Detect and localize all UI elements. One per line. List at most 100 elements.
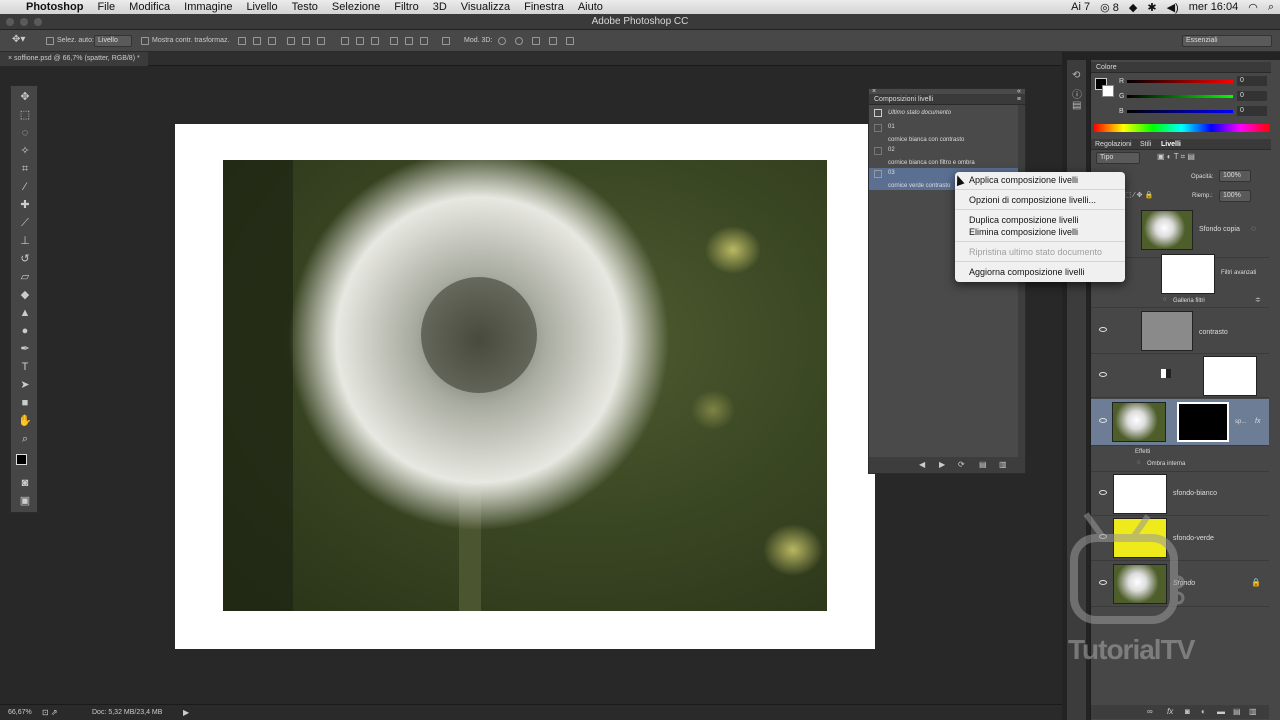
visibility-eye-icon[interactable] <box>1099 327 1107 332</box>
b-value[interactable]: 0 <box>1237 106 1267 116</box>
zoom-window-button[interactable] <box>34 18 42 26</box>
filter-eye-icon[interactable]: ◌ <box>1163 297 1167 303</box>
close-window-button[interactable] <box>6 18 14 26</box>
eyedropper-tool[interactable]: ⁄ <box>18 180 32 194</box>
menu-comp-options[interactable]: Opzioni di composizione livelli... <box>969 195 1096 205</box>
delete-comp-icon[interactable]: ▥ <box>999 460 1007 469</box>
screen-mode-tool[interactable]: ▣ <box>18 494 32 508</box>
crop-tool[interactable]: ⌗ <box>18 162 32 176</box>
r-slider[interactable] <box>1127 80 1233 83</box>
new-layer-icon[interactable]: ▤ <box>1233 707 1241 716</box>
pen-tool[interactable]: ✒ <box>18 342 32 356</box>
move-tool-icon[interactable]: ✥▾ <box>12 34 25 45</box>
slide-3d-icon[interactable] <box>549 37 557 45</box>
prev-comp-icon[interactable]: ◀ <box>919 460 925 469</box>
comp-visibility-box[interactable] <box>874 170 882 178</box>
fill-field[interactable]: 100% <box>1219 190 1251 202</box>
layer-name[interactable]: sfondo-bianco <box>1173 490 1217 497</box>
last-state-row[interactable]: Ultimo stato documento <box>869 107 1019 119</box>
menu-finestra[interactable]: Finestra <box>517 0 571 14</box>
layer-mask-thumbnail[interactable] <box>1177 402 1229 442</box>
menu-visualizza[interactable]: Visualizza <box>454 0 517 14</box>
layer-name[interactable]: Sfondo copia <box>1199 226 1240 233</box>
align-vcenter-icon[interactable] <box>253 37 261 45</box>
filter-options-icon[interactable]: ≑ <box>1255 296 1261 304</box>
color-panel-title[interactable]: Colore <box>1096 64 1117 71</box>
menu-livello[interactable]: Livello <box>239 0 284 14</box>
minimize-window-button[interactable] <box>20 18 28 26</box>
menu-app[interactable]: Photoshop <box>19 0 90 14</box>
stamp-tool[interactable]: ⊥ <box>18 234 32 248</box>
history-panel-icon[interactable]: ⟲ <box>1072 70 1080 81</box>
delete-layer-icon[interactable]: ▥ <box>1249 707 1257 716</box>
r-value[interactable]: 0 <box>1237 76 1267 86</box>
add-mask-icon[interactable]: ◙ <box>1185 707 1190 716</box>
menu-filtro[interactable]: Filtro <box>387 0 425 14</box>
comps-panel-title[interactable]: Composizioni livelli <box>874 96 933 103</box>
dandelion-photo[interactable] <box>223 160 827 611</box>
layer-name[interactable]: contrasto <box>1199 329 1228 336</box>
clock[interactable]: mer 16:04 <box>1189 1 1239 13</box>
new-adjustment-icon[interactable]: ◐ <box>1201 707 1206 716</box>
marquee-tool[interactable]: ⬚ <box>18 108 32 122</box>
menu-testo[interactable]: Testo <box>285 0 325 14</box>
new-comp-icon[interactable]: ▤ <box>979 460 987 469</box>
effect-eye-icon[interactable]: ◌ <box>1137 460 1141 466</box>
menu-file[interactable]: File <box>90 0 122 14</box>
history-brush-tool[interactable]: ↺ <box>18 252 32 266</box>
comp-name[interactable]: 01 <box>888 124 895 130</box>
status-menu-arrow-icon[interactable]: ▶ <box>183 708 189 717</box>
type-tool[interactable]: T <box>18 360 32 374</box>
layer-name[interactable]: sp... <box>1235 419 1246 425</box>
dropbox-icon[interactable]: ◆ <box>1129 1 1137 14</box>
show-transform-checkbox[interactable] <box>141 37 149 45</box>
magic-wand-tool[interactable]: ✧ <box>18 144 32 158</box>
layer-row-contrasto[interactable]: contrasto <box>1091 309 1269 354</box>
menu-delete-comp[interactable]: Elimina composizione livelli <box>969 227 1078 237</box>
healing-tool[interactable]: ✚ <box>18 198 32 212</box>
align-top-icon[interactable] <box>238 37 246 45</box>
sync-icon[interactable]: ◎ 8 <box>1100 1 1119 14</box>
align-hcenter-icon[interactable] <box>302 37 310 45</box>
hand-tool[interactable]: ✋ <box>18 414 32 428</box>
document-tab[interactable]: × soffione.psd @ 66,7% (spatter, RGB/8) … <box>0 52 148 66</box>
g-value[interactable]: 0 <box>1237 91 1267 101</box>
comp-visibility-box[interactable] <box>874 124 882 132</box>
scale-3d-icon[interactable] <box>566 37 574 45</box>
lock-icons[interactable]: ⬚ ⁄ ✥ 🔒 <box>1125 191 1153 199</box>
color-bg-swatch[interactable] <box>1102 85 1114 97</box>
move-tool[interactable]: ✥ <box>18 90 32 104</box>
g-slider[interactable] <box>1127 95 1233 98</box>
tab-regolazioni[interactable]: Regolazioni <box>1095 139 1132 150</box>
ai-icon[interactable]: Ai 7 <box>1071 1 1090 13</box>
auto-select-checkbox[interactable] <box>46 37 54 45</box>
filter-name[interactable]: Filtri avanzati <box>1221 270 1256 276</box>
comp-02[interactable]: 02 cornice bianca con filtro e ombra <box>869 145 1019 167</box>
wifi-icon[interactable]: ◠ <box>1248 1 1258 14</box>
eraser-tool[interactable]: ▱ <box>18 270 32 284</box>
visibility-eye-icon[interactable] <box>1099 418 1107 423</box>
blur-tool[interactable]: ▲ <box>18 306 32 320</box>
menu-selezione[interactable]: Selezione <box>325 0 387 14</box>
filter-effect-name[interactable]: Galleria filtri <box>1173 298 1205 304</box>
layer-row-spatter[interactable]: sp... fx <box>1091 399 1269 446</box>
comps-panel-icon[interactable]: ▤ <box>1072 100 1081 111</box>
distribute-left-icon[interactable] <box>390 37 398 45</box>
menu-duplicate-comp[interactable]: Duplica composizione livelli <box>969 215 1079 225</box>
zoom-tool[interactable]: ⌕ <box>18 432 32 446</box>
visibility-eye-icon[interactable] <box>1099 372 1107 377</box>
doc-size[interactable]: Doc: 5,32 MB/23,4 MB <box>92 709 162 716</box>
tab-stili[interactable]: Stili <box>1140 139 1151 150</box>
menu-update-comp[interactable]: Aggiorna composizione livelli <box>969 267 1085 277</box>
opacity-field[interactable]: 100% <box>1219 170 1251 182</box>
align-right-icon[interactable] <box>317 37 325 45</box>
foreground-color-swatch[interactable] <box>16 454 27 465</box>
color-spectrum-bar[interactable] <box>1094 124 1270 132</box>
layer-row-ombra-interna[interactable]: ◌ Ombra interna <box>1091 458 1269 472</box>
menu-aiuto[interactable]: Aiuto <box>571 0 610 14</box>
update-comp-icon[interactable]: ⟳ <box>958 460 965 469</box>
distribute-bottom-icon[interactable] <box>371 37 379 45</box>
align-bottom-icon[interactable] <box>268 37 276 45</box>
share-icon[interactable]: ⊡ ⇗ <box>42 708 58 717</box>
tab-livelli[interactable]: Livelli <box>1161 139 1181 150</box>
